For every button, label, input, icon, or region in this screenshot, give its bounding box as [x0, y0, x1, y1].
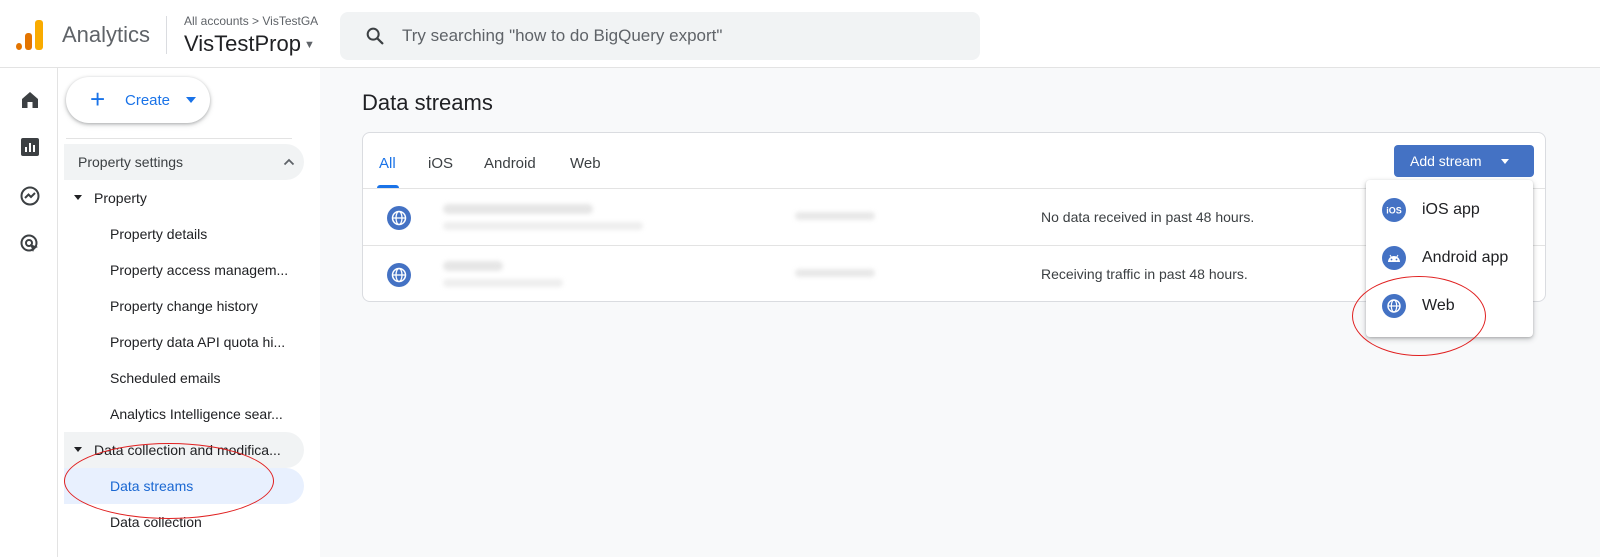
sidebar-item-property-change-history[interactable]: Property change history [64, 288, 304, 324]
stream-status: Receiving traffic in past 48 hours. [1041, 266, 1248, 282]
reports-icon[interactable] [18, 135, 42, 159]
create-button[interactable]: + Create [66, 77, 210, 123]
caret-down-icon [186, 97, 196, 103]
sidebar-item-label: Data collection [110, 514, 202, 530]
property-settings-header[interactable]: Property settings [64, 144, 304, 180]
sidebar-item-label: Property change history [110, 298, 258, 314]
search-icon [366, 27, 384, 45]
redacted-stream-id [795, 269, 875, 277]
plus-icon: + [90, 84, 106, 114]
settings-sidebar: + Create Property settings Property Prop… [58, 68, 320, 557]
sidebar-group-property[interactable]: Property [64, 180, 304, 216]
search-bar[interactable] [340, 12, 980, 60]
chevron-up-icon [283, 158, 295, 166]
sidebar-item-property-access-management[interactable]: Property access managem... [64, 252, 304, 288]
add-stream-menu: iOS iOS app Android app Web [1366, 180, 1533, 337]
sidebar-item-label: Data collection and modifica... [94, 442, 281, 458]
menu-item-label: Web [1422, 297, 1455, 314]
add-stream-label: Add stream [1410, 153, 1482, 169]
sidebar-divider [66, 138, 292, 139]
page-title: Data streams [362, 90, 493, 115]
sidebar-item-property-details[interactable]: Property details [64, 216, 304, 252]
globe-icon [1382, 294, 1406, 318]
caret-down-icon: ▼ [303, 39, 315, 52]
redacted-stream-name [443, 204, 593, 214]
menu-item-android-app[interactable]: Android app [1366, 236, 1533, 280]
app-name: Analytics [62, 22, 151, 47]
account-breadcrumb[interactable]: All accounts > VisTestGA [184, 14, 318, 28]
redacted-stream-url [443, 279, 563, 287]
sidebar-item-label: Property data API quota hi... [110, 334, 286, 350]
menu-item-web[interactable]: Web [1366, 284, 1533, 328]
tab-ios[interactable]: iOS [428, 155, 453, 172]
redacted-stream-name [443, 261, 503, 271]
redacted-stream-id [795, 212, 875, 220]
left-rail [0, 68, 58, 557]
add-stream-button[interactable]: Add stream [1394, 145, 1534, 177]
stream-status: No data received in past 48 hours. [1041, 209, 1255, 225]
top-bar: Analytics All accounts > VisTestGA VisTe… [0, 0, 1600, 68]
sidebar-item-scheduled-emails[interactable]: Scheduled emails [64, 360, 304, 396]
search-input[interactable] [402, 22, 962, 50]
globe-icon [387, 206, 411, 230]
ios-icon: iOS [1382, 198, 1406, 222]
sidebar-item-label: Data streams [110, 478, 194, 494]
sidebar-item-label: Property [94, 190, 147, 206]
menu-item-label: iOS app [1422, 201, 1480, 218]
android-icon [1382, 246, 1406, 270]
explore-icon[interactable] [18, 184, 42, 208]
menu-item-ios-app[interactable]: iOS iOS app [1366, 188, 1533, 232]
header-divider [166, 16, 167, 54]
sidebar-item-data-collection[interactable]: Data collection [64, 504, 304, 540]
sidebar-item-label: Property access managem... [110, 262, 289, 278]
triangle-down-icon [74, 195, 82, 200]
globe-icon [387, 263, 411, 287]
sidebar-group-data-collection[interactable]: Data collection and modifica... [64, 432, 304, 468]
svg-text:iOS: iOS [1386, 206, 1402, 216]
tab-all[interactable]: All [379, 155, 396, 172]
sidebar-item-analytics-intelligence[interactable]: Analytics Intelligence sear... [64, 396, 304, 432]
analytics-logo-icon[interactable] [16, 20, 44, 50]
sidebar-item-label: Analytics Intelligence sear... [110, 406, 283, 422]
property-name: VisTestProp [184, 31, 301, 56]
triangle-down-icon [74, 447, 82, 452]
advertising-icon[interactable] [18, 232, 42, 256]
caret-down-icon [1501, 159, 1509, 164]
property-selector[interactable]: VisTestProp ▼ [184, 31, 315, 57]
redacted-stream-url [443, 222, 643, 230]
active-tab-indicator [377, 185, 399, 188]
sidebar-item-data-streams[interactable]: Data streams [64, 468, 304, 504]
menu-item-label: Android app [1422, 249, 1509, 266]
section-title: Property settings [78, 154, 184, 170]
sidebar-item-property-data-api-quota[interactable]: Property data API quota hi... [64, 324, 304, 360]
sidebar-item-label: Scheduled emails [110, 370, 221, 386]
sidebar-item-label: Property details [110, 226, 208, 242]
tab-web[interactable]: Web [570, 155, 601, 172]
home-icon[interactable] [18, 88, 42, 112]
create-label: Create [125, 92, 171, 109]
tab-android[interactable]: Android [484, 155, 536, 172]
